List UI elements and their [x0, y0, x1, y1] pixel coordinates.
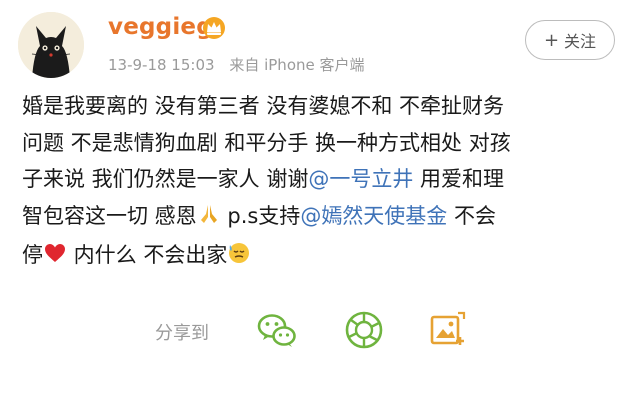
content-text: 子来说 我们仍然是一家人 谢谢 — [22, 167, 309, 191]
content-line: 智包容这一切 感恩 p.s支持@嫣然天使基金 不会 — [22, 198, 620, 238]
red-heart-emoji-icon — [43, 240, 67, 277]
content-line: 问题 不是悲情狗血剧 和平分手 换一种方式相处 对孩 — [22, 130, 511, 155]
mention-link[interactable]: @一号立井 — [308, 167, 413, 191]
wechat-icon[interactable] — [255, 308, 299, 352]
content-text: 不会 — [447, 203, 496, 228]
sweat-face-emoji-icon — [227, 240, 251, 277]
image-share-icon[interactable] — [425, 308, 469, 352]
content-text: 智包容这一切 感恩 — [22, 203, 197, 228]
content-text: 内什么 不会出家 — [67, 243, 228, 267]
praying-hands-emoji-icon — [197, 201, 221, 238]
post-meta: 13-9-18 15:03 来自 iPhone 客户端 — [108, 54, 375, 75]
content-text: p.s支持 — [220, 203, 301, 228]
follow-button[interactable]: + 关注 — [525, 20, 615, 60]
content-text: 用爱和理 — [413, 167, 505, 191]
mention-link[interactable]: @嫣然天使基金 — [300, 204, 447, 228]
share-label: 分享到 — [155, 323, 209, 344]
username[interactable]: veggieg — [108, 14, 213, 40]
vip-crown-icon — [202, 16, 226, 40]
post-content: 婚是我要离的 没有第三者 没有婆媳不和 不牵扯财务 问题 不是悲情狗血剧 和平分… — [22, 88, 620, 277]
avatar[interactable] — [18, 12, 84, 78]
content-line: 子来说 我们仍然是一家人 谢谢@一号立井 用爱和理 — [22, 161, 620, 198]
weibo-post: veggieg 13-9-18 15:03 来自 iPhone 客户端 + 关注… — [0, 0, 640, 403]
content-line: 婚是我要离的 没有第三者 没有婆媳不和 不牵扯财务 — [22, 94, 505, 118]
post-source: 来自 iPhone 客户端 — [229, 56, 365, 74]
content-text: 停 — [22, 243, 43, 267]
follow-label: 关注 — [564, 32, 597, 51]
black-cat-avatar-image — [18, 12, 84, 78]
plus-icon: + — [543, 29, 560, 51]
content-line: 停 内什么 不会出家 — [22, 237, 620, 277]
post-timestamp: 13-9-18 15:03 — [108, 56, 215, 74]
moments-icon[interactable] — [342, 308, 386, 352]
